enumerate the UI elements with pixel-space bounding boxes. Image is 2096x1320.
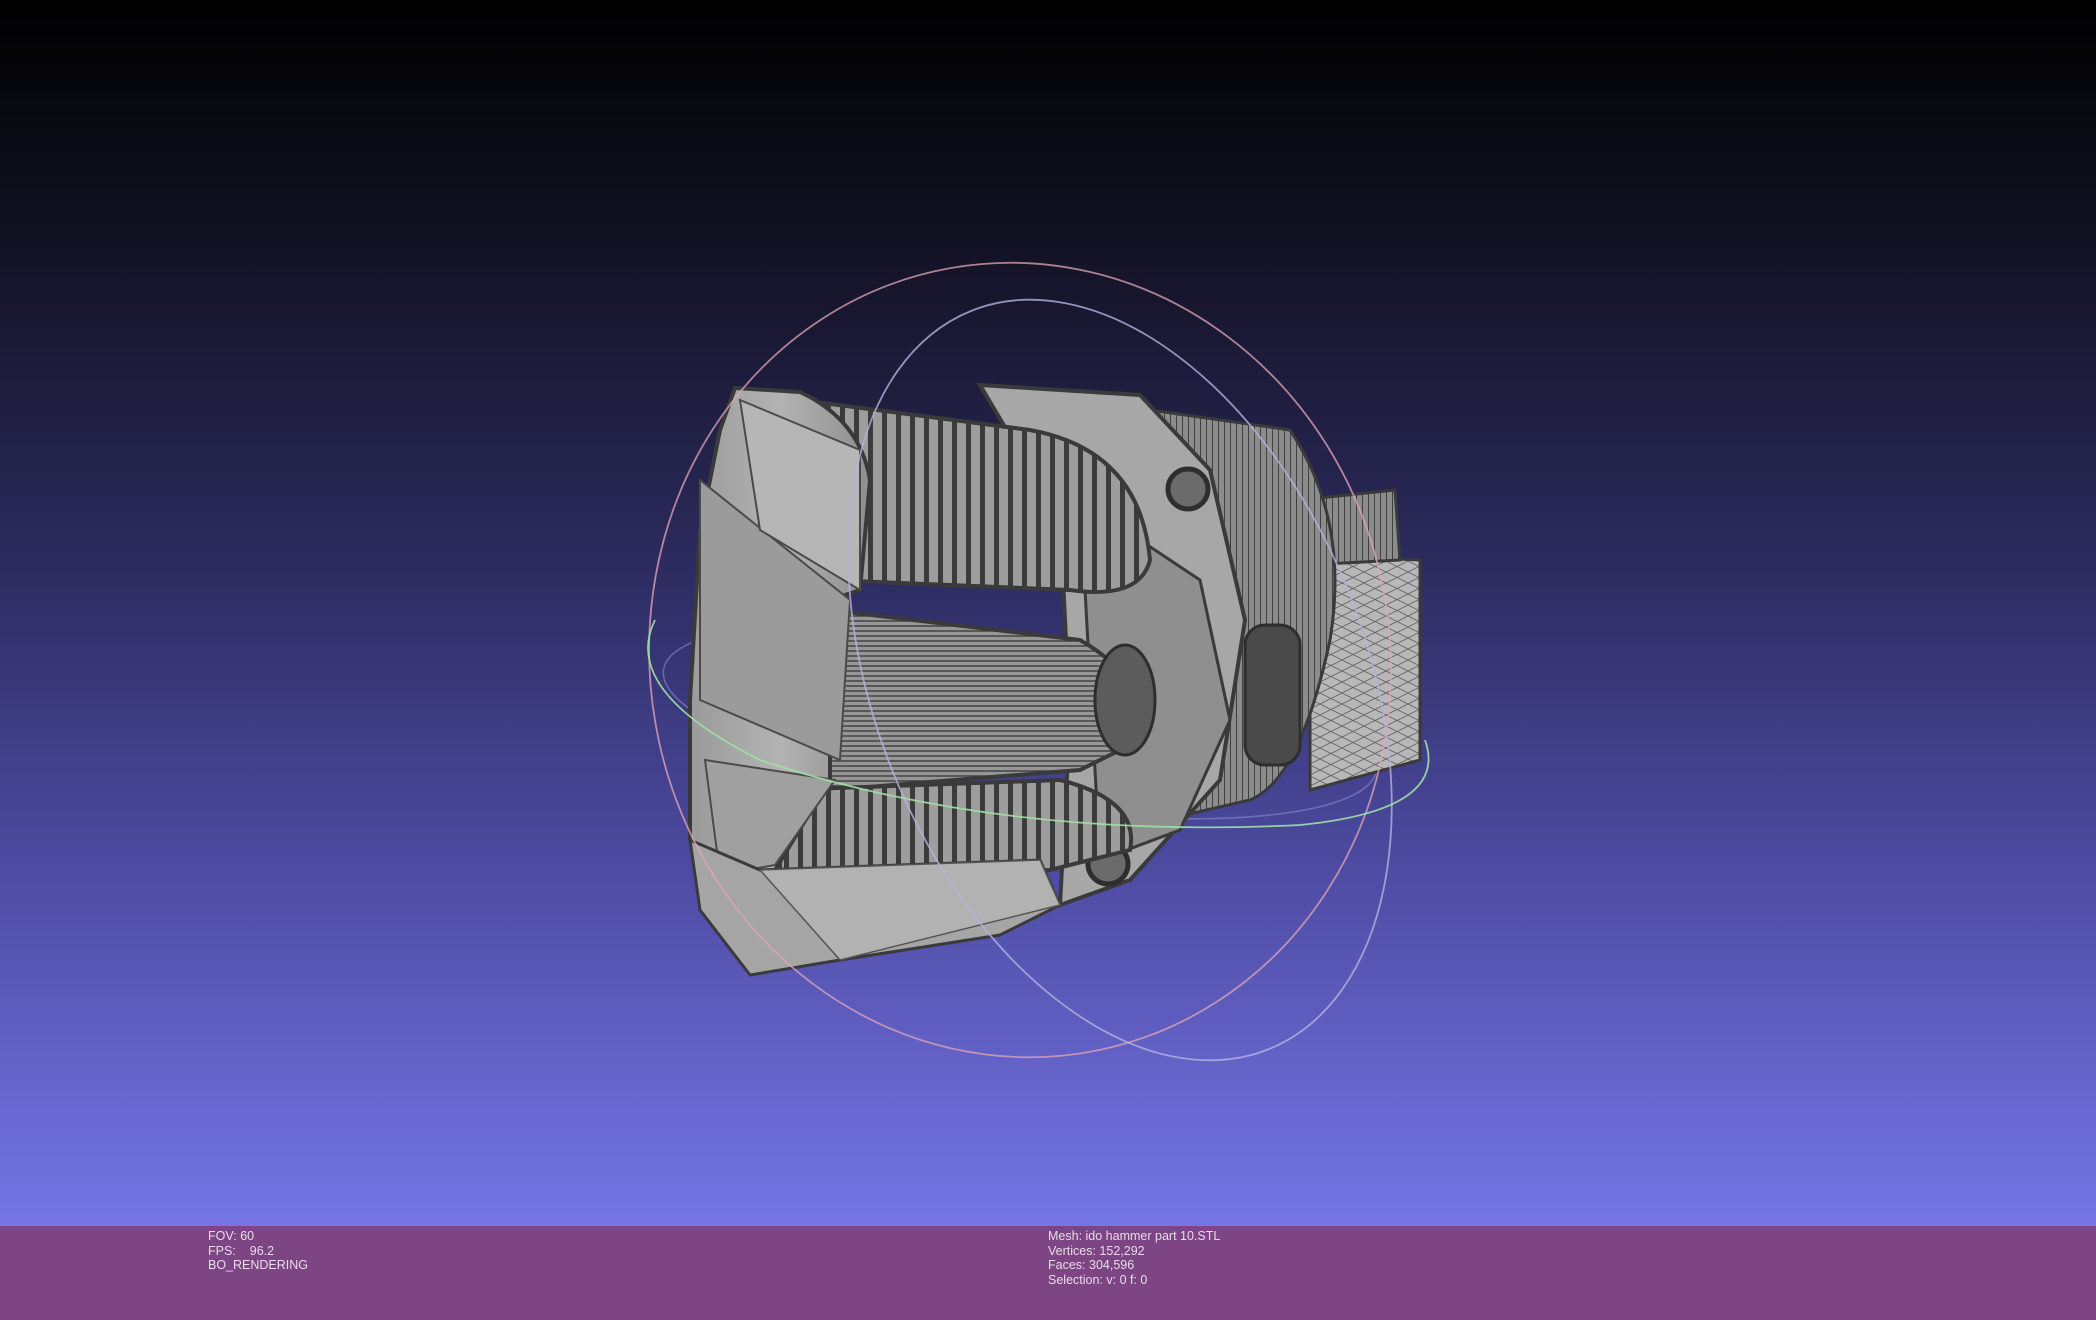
fps-value: 96.2 [249, 1243, 275, 1258]
mesh-render[interactable] [0, 0, 2096, 1226]
shaft [1093, 643, 1157, 757]
vertices-value: 152,292 [1099, 1243, 1145, 1258]
3d-viewport[interactable] [0, 0, 2096, 1226]
vertices-label: Vertices: [1048, 1243, 1096, 1258]
mesh-line: Mesh: ido hammer part 10.STL [1048, 1229, 1220, 1244]
selection-label: Selection: [1048, 1272, 1103, 1287]
meshlab-window: FOV: 60 FPS: 96.2 BO_RENDERING Mesh: ido … [0, 0, 2096, 1320]
mesh-label: Mesh: [1048, 1229, 1083, 1243]
faces-line: Faces: 304,596 [1048, 1258, 1220, 1273]
side-slot [1243, 623, 1302, 767]
faces-label: Faces: [1048, 1258, 1086, 1272]
status-info-bar: FOV: 60 FPS: 96.2 BO_RENDERING Mesh: ido … [0, 1226, 2096, 1320]
faces-value: 304,596 [1089, 1258, 1135, 1272]
vertices-line: Vertices: 152,292 [1048, 1244, 1220, 1259]
mesh-name: ido hammer part 10.STL [1085, 1229, 1221, 1243]
bolt-top [1165, 466, 1211, 512]
fps-line: FPS: 96.2 [208, 1244, 308, 1259]
mesh-model[interactable] [688, 382, 1422, 977]
mesh-info: Mesh: ido hammer part 10.STL Vertices: 1… [1048, 1229, 1220, 1287]
fov-line: FOV: 60 [208, 1229, 308, 1244]
selection-line: Selection: v: 0 f: 0 [1048, 1273, 1220, 1288]
render-mode: BO_RENDERING [208, 1258, 309, 1272]
fps-label: FPS: [208, 1243, 236, 1258]
selection-value: v: 0 f: 0 [1106, 1272, 1148, 1287]
view-info: FOV: 60 FPS: 96.2 BO_RENDERING [208, 1229, 308, 1273]
fov-value: 60 [240, 1229, 255, 1243]
fov-label: FOV: [208, 1229, 237, 1243]
